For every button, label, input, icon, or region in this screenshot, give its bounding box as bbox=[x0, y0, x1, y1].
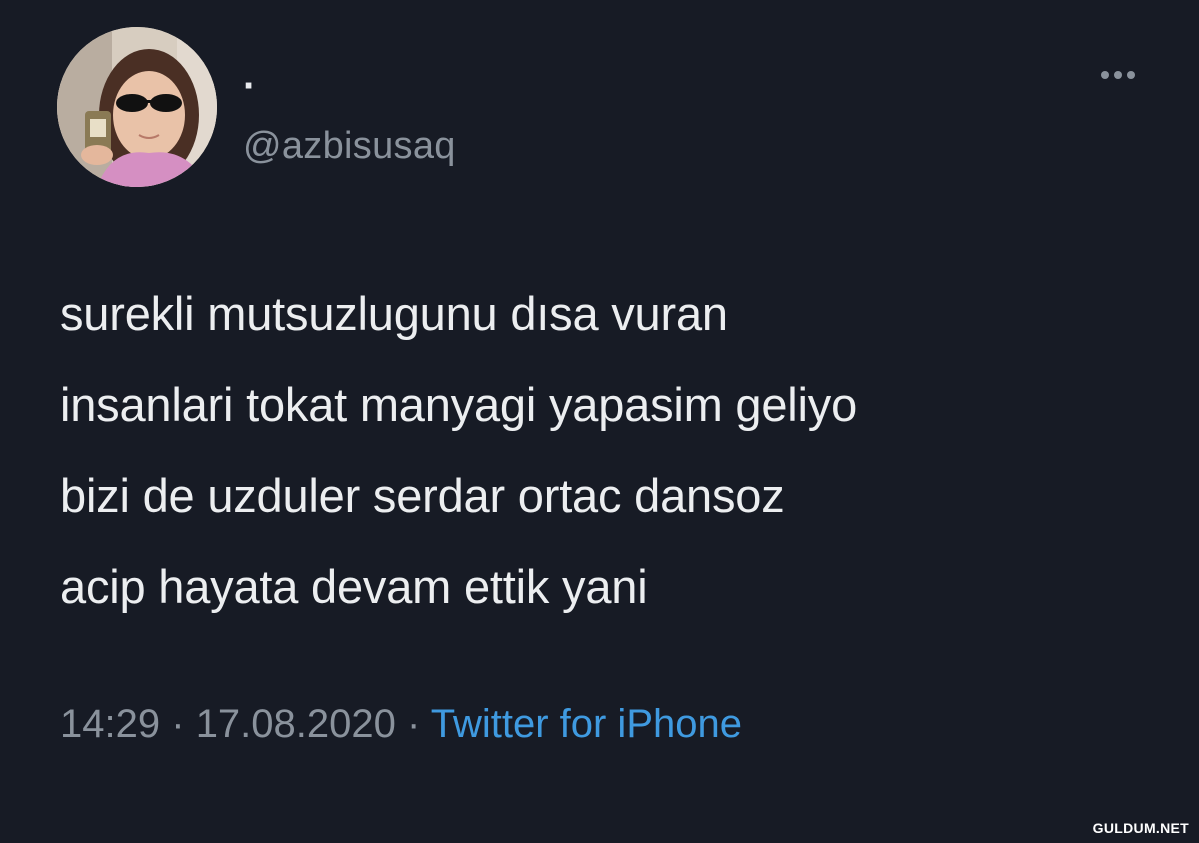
tweet-meta: 14:29 · 17.08.2020 · Twitter for iPhone bbox=[60, 699, 742, 749]
display-name[interactable]: · bbox=[243, 66, 256, 106]
tweet-text-line: insanlari tokat manyagi yapasim geliyo bbox=[60, 378, 858, 431]
avatar-image bbox=[57, 27, 217, 187]
user-handle[interactable]: @azbisusaq bbox=[243, 124, 456, 168]
more-horizontal-icon[interactable] bbox=[1093, 60, 1143, 90]
tweet-text-line: bizi de uzduler serdar ortac dansoz bbox=[60, 469, 785, 522]
tweet-text-line: surekli mutsuzlugunu dısa vuran bbox=[60, 287, 728, 340]
tweet-card: · @azbisusaq surekli mutsuzlugunu dısa v… bbox=[0, 0, 1199, 843]
meta-separator: · bbox=[407, 702, 421, 746]
tweet-time[interactable]: 14:29 bbox=[60, 702, 160, 746]
meta-separator: · bbox=[171, 702, 185, 746]
tweet-text: surekli mutsuzlugunu dısa vuran insanlar… bbox=[60, 268, 1160, 632]
tweet-text-line: acip hayata devam ettik yani bbox=[60, 560, 648, 613]
avatar[interactable] bbox=[57, 27, 217, 187]
watermark: GULDUM.NET bbox=[1092, 820, 1189, 836]
tweet-source-link[interactable]: Twitter for iPhone bbox=[431, 702, 742, 746]
tweet-date[interactable]: 17.08.2020 bbox=[196, 702, 396, 746]
